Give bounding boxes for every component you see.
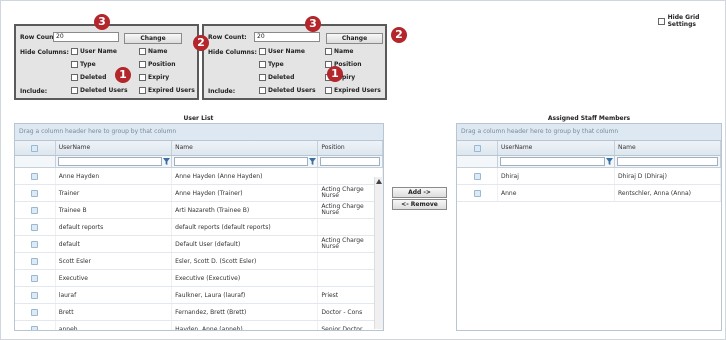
table-row[interactable]: Executive Executive (Executive)	[15, 270, 383, 287]
row-count-input[interactable]: 20	[53, 32, 119, 42]
change-button[interactable]: Change	[124, 33, 182, 44]
include-label: Include:	[208, 88, 236, 95]
table-row[interactable]: Trainee B Arti Nazareth (Trainee B) Acting…	[15, 202, 383, 219]
table-row[interactable]: anneh Hayden, Anne (anneh) Senior Doctor	[15, 321, 383, 330]
row-checkbox[interactable]	[31, 189, 39, 197]
hide-type-checkbox[interactable]: Type	[71, 61, 96, 68]
hide-columns-label: Hide Columns:	[20, 49, 69, 56]
hide-deleted-checkbox[interactable]: Deleted	[259, 74, 294, 81]
assigned-staff-grid: Drag a column header here to group by th…	[456, 123, 722, 331]
filter-icon[interactable]	[309, 158, 317, 165]
row-checkbox[interactable]	[31, 172, 39, 180]
name-filter-input[interactable]	[617, 157, 718, 166]
row-checkbox[interactable]	[31, 223, 39, 231]
assigned-staff-title: Assigned Staff Members	[547, 115, 631, 122]
callout-badge-2: 2	[193, 35, 209, 51]
hide-position-checkbox[interactable]: Position	[139, 61, 175, 68]
callout-badge-1: 1	[115, 67, 131, 83]
filter-icon[interactable]	[163, 158, 171, 165]
hide-username-checkbox[interactable]: User Name	[71, 48, 117, 55]
row-checkbox[interactable]	[473, 172, 481, 180]
column-header-position[interactable]: Position	[318, 141, 383, 155]
row-count-input[interactable]: 20	[254, 32, 320, 42]
grid-settings-panel-right: Row Count: 20 Change Hide Columns: User …	[202, 24, 387, 100]
callout-badge-2: 2	[391, 27, 407, 43]
column-header-username[interactable]: UserName	[498, 141, 615, 155]
row-checkbox[interactable]	[31, 308, 39, 316]
include-label: Include:	[20, 88, 48, 95]
add-button[interactable]: Add ->	[392, 187, 447, 198]
row-checkbox[interactable]	[31, 206, 39, 214]
hide-type-checkbox[interactable]: Type	[259, 61, 284, 68]
username-filter-input[interactable]	[500, 157, 605, 166]
remove-button[interactable]: <- Remove	[392, 199, 447, 210]
row-checkbox[interactable]	[31, 291, 39, 299]
select-all-checkbox[interactable]	[15, 141, 56, 155]
select-all-checkbox[interactable]	[457, 141, 498, 155]
hide-columns-label: Hide Columns:	[208, 49, 257, 56]
row-checkbox[interactable]	[31, 257, 39, 265]
table-row[interactable]: default Default User (default) Acting Char…	[15, 236, 383, 253]
group-by-hint: Drag a column header here to group by th…	[457, 124, 721, 141]
hide-name-checkbox[interactable]: Name	[139, 48, 167, 55]
filter-row	[15, 156, 383, 168]
scroll-up-arrow-icon[interactable]	[376, 179, 382, 184]
column-header-username[interactable]: UserName	[56, 141, 173, 155]
table-row[interactable]: Anne Rentschler, Anna (Anna)	[457, 185, 721, 202]
include-deleted-users-checkbox[interactable]: Deleted Users	[259, 87, 316, 94]
column-header-name[interactable]: Name	[615, 141, 721, 155]
table-row[interactable]: Scott Esler Esler, Scott D. (Scott Esler)	[15, 253, 383, 270]
row-count-label: Row Count:	[208, 34, 247, 41]
assigned-header: UserName Name	[457, 141, 721, 156]
page-frame: Row Count: 20 Change Hide Columns: User …	[0, 0, 726, 340]
username-filter-input[interactable]	[57, 157, 163, 166]
column-header-name[interactable]: Name	[172, 141, 319, 155]
user-list-header: UserName Name Position	[15, 141, 383, 156]
row-checkbox[interactable]	[31, 274, 39, 282]
user-list-grid: Drag a column header here to group by th…	[14, 123, 384, 331]
hide-username-checkbox[interactable]: User Name	[259, 48, 305, 55]
table-row[interactable]: Anne Hayden Anne Hayden (Anne Hayden)	[15, 168, 383, 185]
row-checkbox[interactable]	[31, 325, 39, 330]
table-row[interactable]: default reports default reports (default …	[15, 219, 383, 236]
hide-name-checkbox[interactable]: Name	[325, 48, 353, 55]
callout-badge-3: 3	[94, 14, 110, 30]
grid-settings-panel-left: Row Count: 20 Change Hide Columns: User …	[14, 24, 199, 100]
include-expired-users-checkbox[interactable]: Expired Users	[325, 87, 381, 94]
callout-badge-1: 1	[327, 66, 343, 82]
table-row[interactable]: Dhiraj Dhiraj D (Dhiraj)	[457, 168, 721, 185]
filter-row	[457, 156, 721, 168]
filter-icon[interactable]	[606, 158, 613, 165]
table-row[interactable]: Trainer Anne Hayden (Trainer) Acting Charg…	[15, 185, 383, 202]
table-row[interactable]: Brett Fernandez, Brett (Brett) Doctor - Co…	[15, 304, 383, 321]
row-checkbox[interactable]	[473, 189, 481, 197]
name-filter-input[interactable]	[174, 157, 309, 166]
hide-expiry-checkbox[interactable]: Expiry	[139, 74, 169, 81]
hide-deleted-checkbox[interactable]: Deleted	[71, 74, 106, 81]
callout-badge-3: 3	[305, 16, 321, 32]
table-row[interactable]: lauraf Faulkner, Laura (lauraf) Priest	[15, 287, 383, 304]
include-deleted-users-checkbox[interactable]: Deleted Users	[71, 87, 128, 94]
vertical-scrollbar[interactable]	[374, 177, 383, 329]
user-list-title: User List	[183, 115, 214, 122]
row-checkbox[interactable]	[31, 240, 39, 248]
hide-grid-settings-checkbox[interactable]: Hide Grid Settings	[658, 14, 725, 28]
change-button[interactable]: Change	[326, 33, 383, 44]
group-by-hint: Drag a column header here to group by th…	[15, 124, 383, 141]
position-filter-input[interactable]	[320, 157, 380, 166]
include-expired-users-checkbox[interactable]: Expired Users	[139, 87, 195, 94]
